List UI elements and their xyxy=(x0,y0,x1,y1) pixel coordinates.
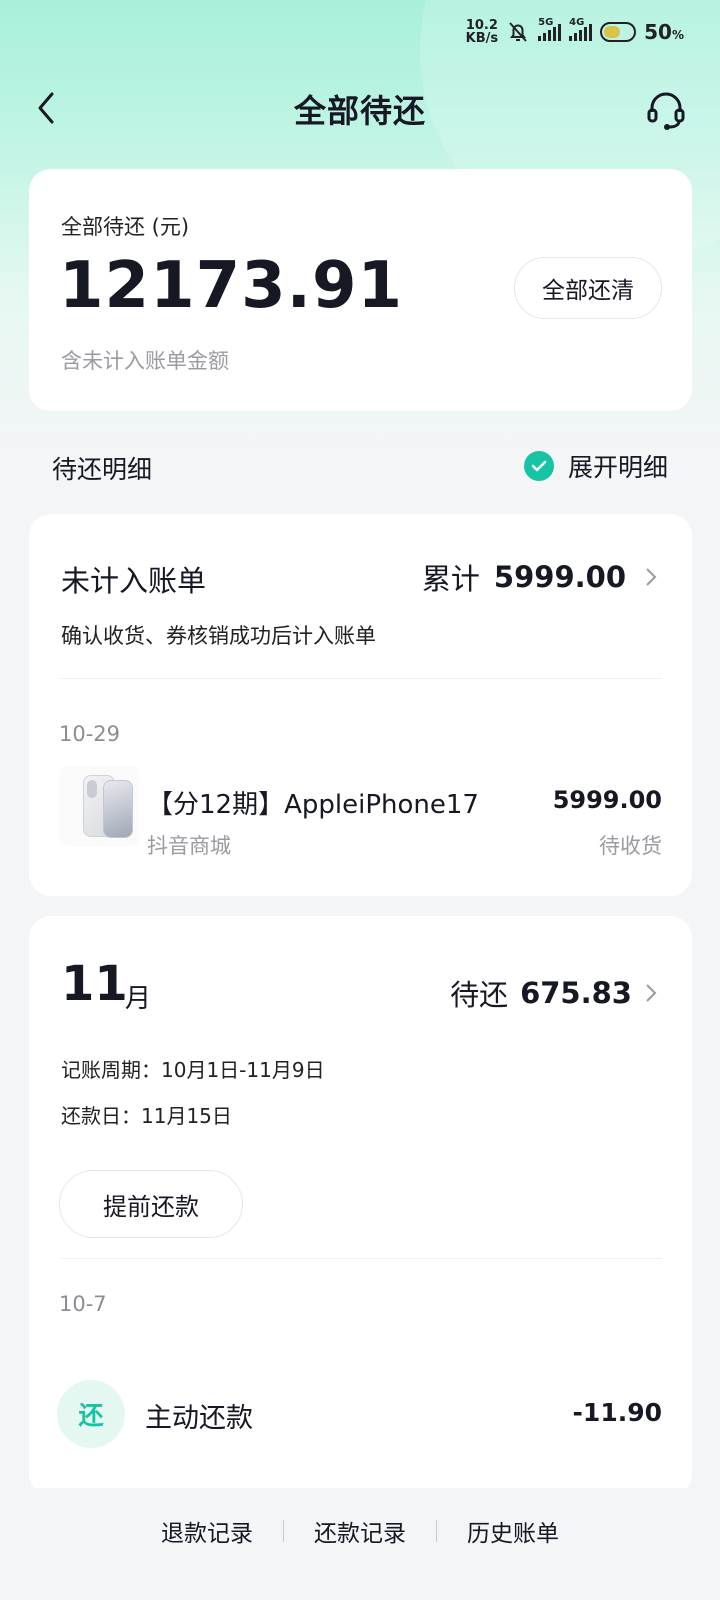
chevron-right-icon xyxy=(646,984,657,1002)
total-amount: 12173.91 xyxy=(59,249,404,323)
product-status: 待收货 xyxy=(599,834,662,858)
summary-label: 全部待还 (元) xyxy=(61,215,190,239)
unbilled-card: 未计入账单 累计 5999.00 确认收货、券核销成功后计入账单 10-29 【… xyxy=(29,514,692,896)
history-bills-link[interactable]: 历史账单 xyxy=(437,1514,589,1548)
unbilled-description: 确认收货、券核销成功后计入账单 xyxy=(61,624,376,648)
unbilled-total-prefix: 累计 xyxy=(421,562,480,596)
divider xyxy=(61,1258,662,1259)
battery-percent-value: 50 xyxy=(644,20,672,44)
details-title: 待还明细 xyxy=(52,455,153,484)
battery-percent-unit: % xyxy=(671,28,684,42)
month-number: 11 xyxy=(61,956,128,1012)
bottom-links-bar: 退款记录 还款记录 历史账单 xyxy=(0,1488,720,1600)
repayment-records-link[interactable]: 还款记录 xyxy=(284,1514,436,1548)
mute-bell-icon xyxy=(509,22,527,42)
chevron-right-icon xyxy=(646,568,657,586)
refund-records-link[interactable]: 退款记录 xyxy=(131,1514,283,1548)
record-name[interactable]: 主动还款 xyxy=(145,1396,253,1435)
pay-all-button[interactable]: 全部还清 xyxy=(514,257,662,319)
month-unit: 月 xyxy=(125,984,152,1014)
product-price: 5999.00 xyxy=(552,786,662,814)
page-title: 全部待还 xyxy=(293,92,426,130)
product-name[interactable]: 【分12期】AppleiPhone17 xyxy=(147,784,479,821)
details-header: 待还明细 展开明细 xyxy=(0,444,720,488)
status-bar: 10.2 KB/s 5G 4G 50% xyxy=(0,0,720,64)
month-bill-card: 11 月 待还 675.83 记账周期：10月1日-11月9日 还款日：11月1… xyxy=(29,916,692,1496)
battery-icon xyxy=(600,22,637,42)
product-shop: 抖音商城 xyxy=(147,834,231,858)
summary-card: 全部待还 (元) 12173.91 含未计入账单金额 全部还清 xyxy=(29,169,692,411)
net-speed-unit: KB/s xyxy=(465,31,499,46)
unbilled-total-link[interactable]: 累计 5999.00 xyxy=(422,556,660,598)
divider xyxy=(61,678,662,679)
product-image xyxy=(59,766,139,846)
record-amount: -11.90 xyxy=(572,1398,662,1427)
net-speed: 10.2 KB/s xyxy=(466,19,498,45)
repay-icon: 还 xyxy=(57,1380,125,1448)
sim2-tag: 4G xyxy=(569,17,585,28)
repayment-day: 还款日：11月15日 xyxy=(61,1104,232,1128)
item-date: 10-29 xyxy=(59,722,121,746)
sim1-tag: 5G xyxy=(538,17,554,28)
month-due-prefix: 待还 xyxy=(450,978,509,1012)
expand-details-toggle[interactable]: 展开明细 xyxy=(523,448,668,484)
record-date: 10-7 xyxy=(59,1292,107,1316)
signal-sim2-icon: 4G xyxy=(569,17,593,41)
unbilled-title: 未计入账单 xyxy=(61,564,207,598)
prepay-button[interactable]: 提前还款 xyxy=(59,1170,243,1238)
summary-note: 含未计入账单金额 xyxy=(61,349,229,373)
check-icon xyxy=(523,451,554,481)
billing-cycle: 记账周期：10月1日-11月9日 xyxy=(61,1058,325,1082)
expand-details-label: 展开明细 xyxy=(567,453,668,482)
customer-service-icon[interactable] xyxy=(644,88,688,132)
nav-header: 全部待还 xyxy=(0,78,720,138)
month-due-link[interactable]: 待还 675.83 xyxy=(450,972,660,1014)
month-due-value: 675.83 xyxy=(520,976,632,1010)
signal-sim1-icon: 5G xyxy=(538,17,562,41)
battery-percent: 50% xyxy=(644,20,684,44)
unbilled-total-value: 5999.00 xyxy=(493,560,626,594)
